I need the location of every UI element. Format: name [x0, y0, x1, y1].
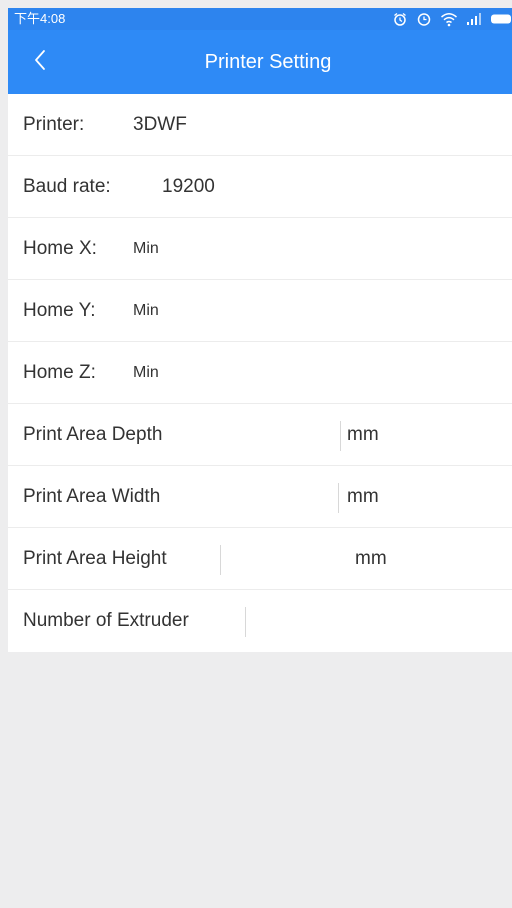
baud-rate-row[interactable]: Baud rate: 19200	[8, 156, 512, 218]
home-z-label: Home Z:	[23, 362, 96, 383]
printer-label: Printer:	[23, 114, 85, 135]
printer-row[interactable]: Printer: 3DWF	[8, 94, 512, 156]
home-z-row[interactable]: Home Z: Min	[8, 342, 512, 404]
home-y-value: Min	[133, 302, 159, 319]
home-x-value: Min	[133, 240, 159, 257]
print-area-height-unit: mm	[355, 548, 387, 569]
home-y-label: Home Y:	[23, 300, 96, 321]
printer-value: 3DWF	[133, 114, 187, 135]
status-icons	[392, 10, 512, 28]
print-area-height-label: Print Area Height	[23, 548, 167, 569]
home-x-row[interactable]: Home X: Min	[8, 218, 512, 280]
page-title: Printer Setting	[204, 51, 332, 73]
app-bar: Printer Setting	[8, 30, 512, 94]
status-bar: 下午4:08	[8, 8, 512, 30]
screen: 下午4:08 Printer Setting Printer: 3DWF Bau…	[0, 0, 512, 908]
status-time: 下午4:08	[14, 11, 66, 26]
print-area-width-unit: mm	[347, 486, 379, 507]
print-area-height-row: Print Area Height mm	[8, 528, 512, 590]
empty-content-area	[8, 655, 512, 888]
home-y-row[interactable]: Home Y: Min	[8, 280, 512, 342]
print-area-depth-input[interactable]	[340, 421, 345, 451]
settings-list: Printer: 3DWF Baud rate: 19200 Home X: M…	[8, 94, 512, 652]
home-z-value: Min	[133, 364, 159, 381]
print-area-depth-row: Print Area Depth mm	[8, 404, 512, 466]
number-of-extruder-input[interactable]	[245, 607, 386, 637]
clock-icon	[416, 11, 432, 27]
baud-rate-label: Baud rate:	[23, 176, 111, 197]
signal-icon	[466, 11, 482, 27]
number-of-extruder-label: Number of Extruder	[23, 610, 189, 631]
wifi-icon	[440, 11, 458, 27]
print-area-width-input[interactable]	[338, 483, 343, 513]
battery-icon	[490, 11, 512, 27]
alarm-icon	[392, 11, 408, 27]
print-area-width-label: Print Area Width	[23, 486, 161, 507]
print-area-width-row: Print Area Width mm	[8, 466, 512, 528]
print-area-depth-unit: mm	[347, 424, 379, 445]
baud-rate-value: 19200	[162, 176, 215, 197]
home-x-label: Home X:	[23, 238, 97, 259]
number-of-extruder-row: Number of Extruder	[8, 590, 512, 652]
print-area-height-input[interactable]	[220, 545, 341, 575]
print-area-depth-label: Print Area Depth	[23, 424, 163, 445]
